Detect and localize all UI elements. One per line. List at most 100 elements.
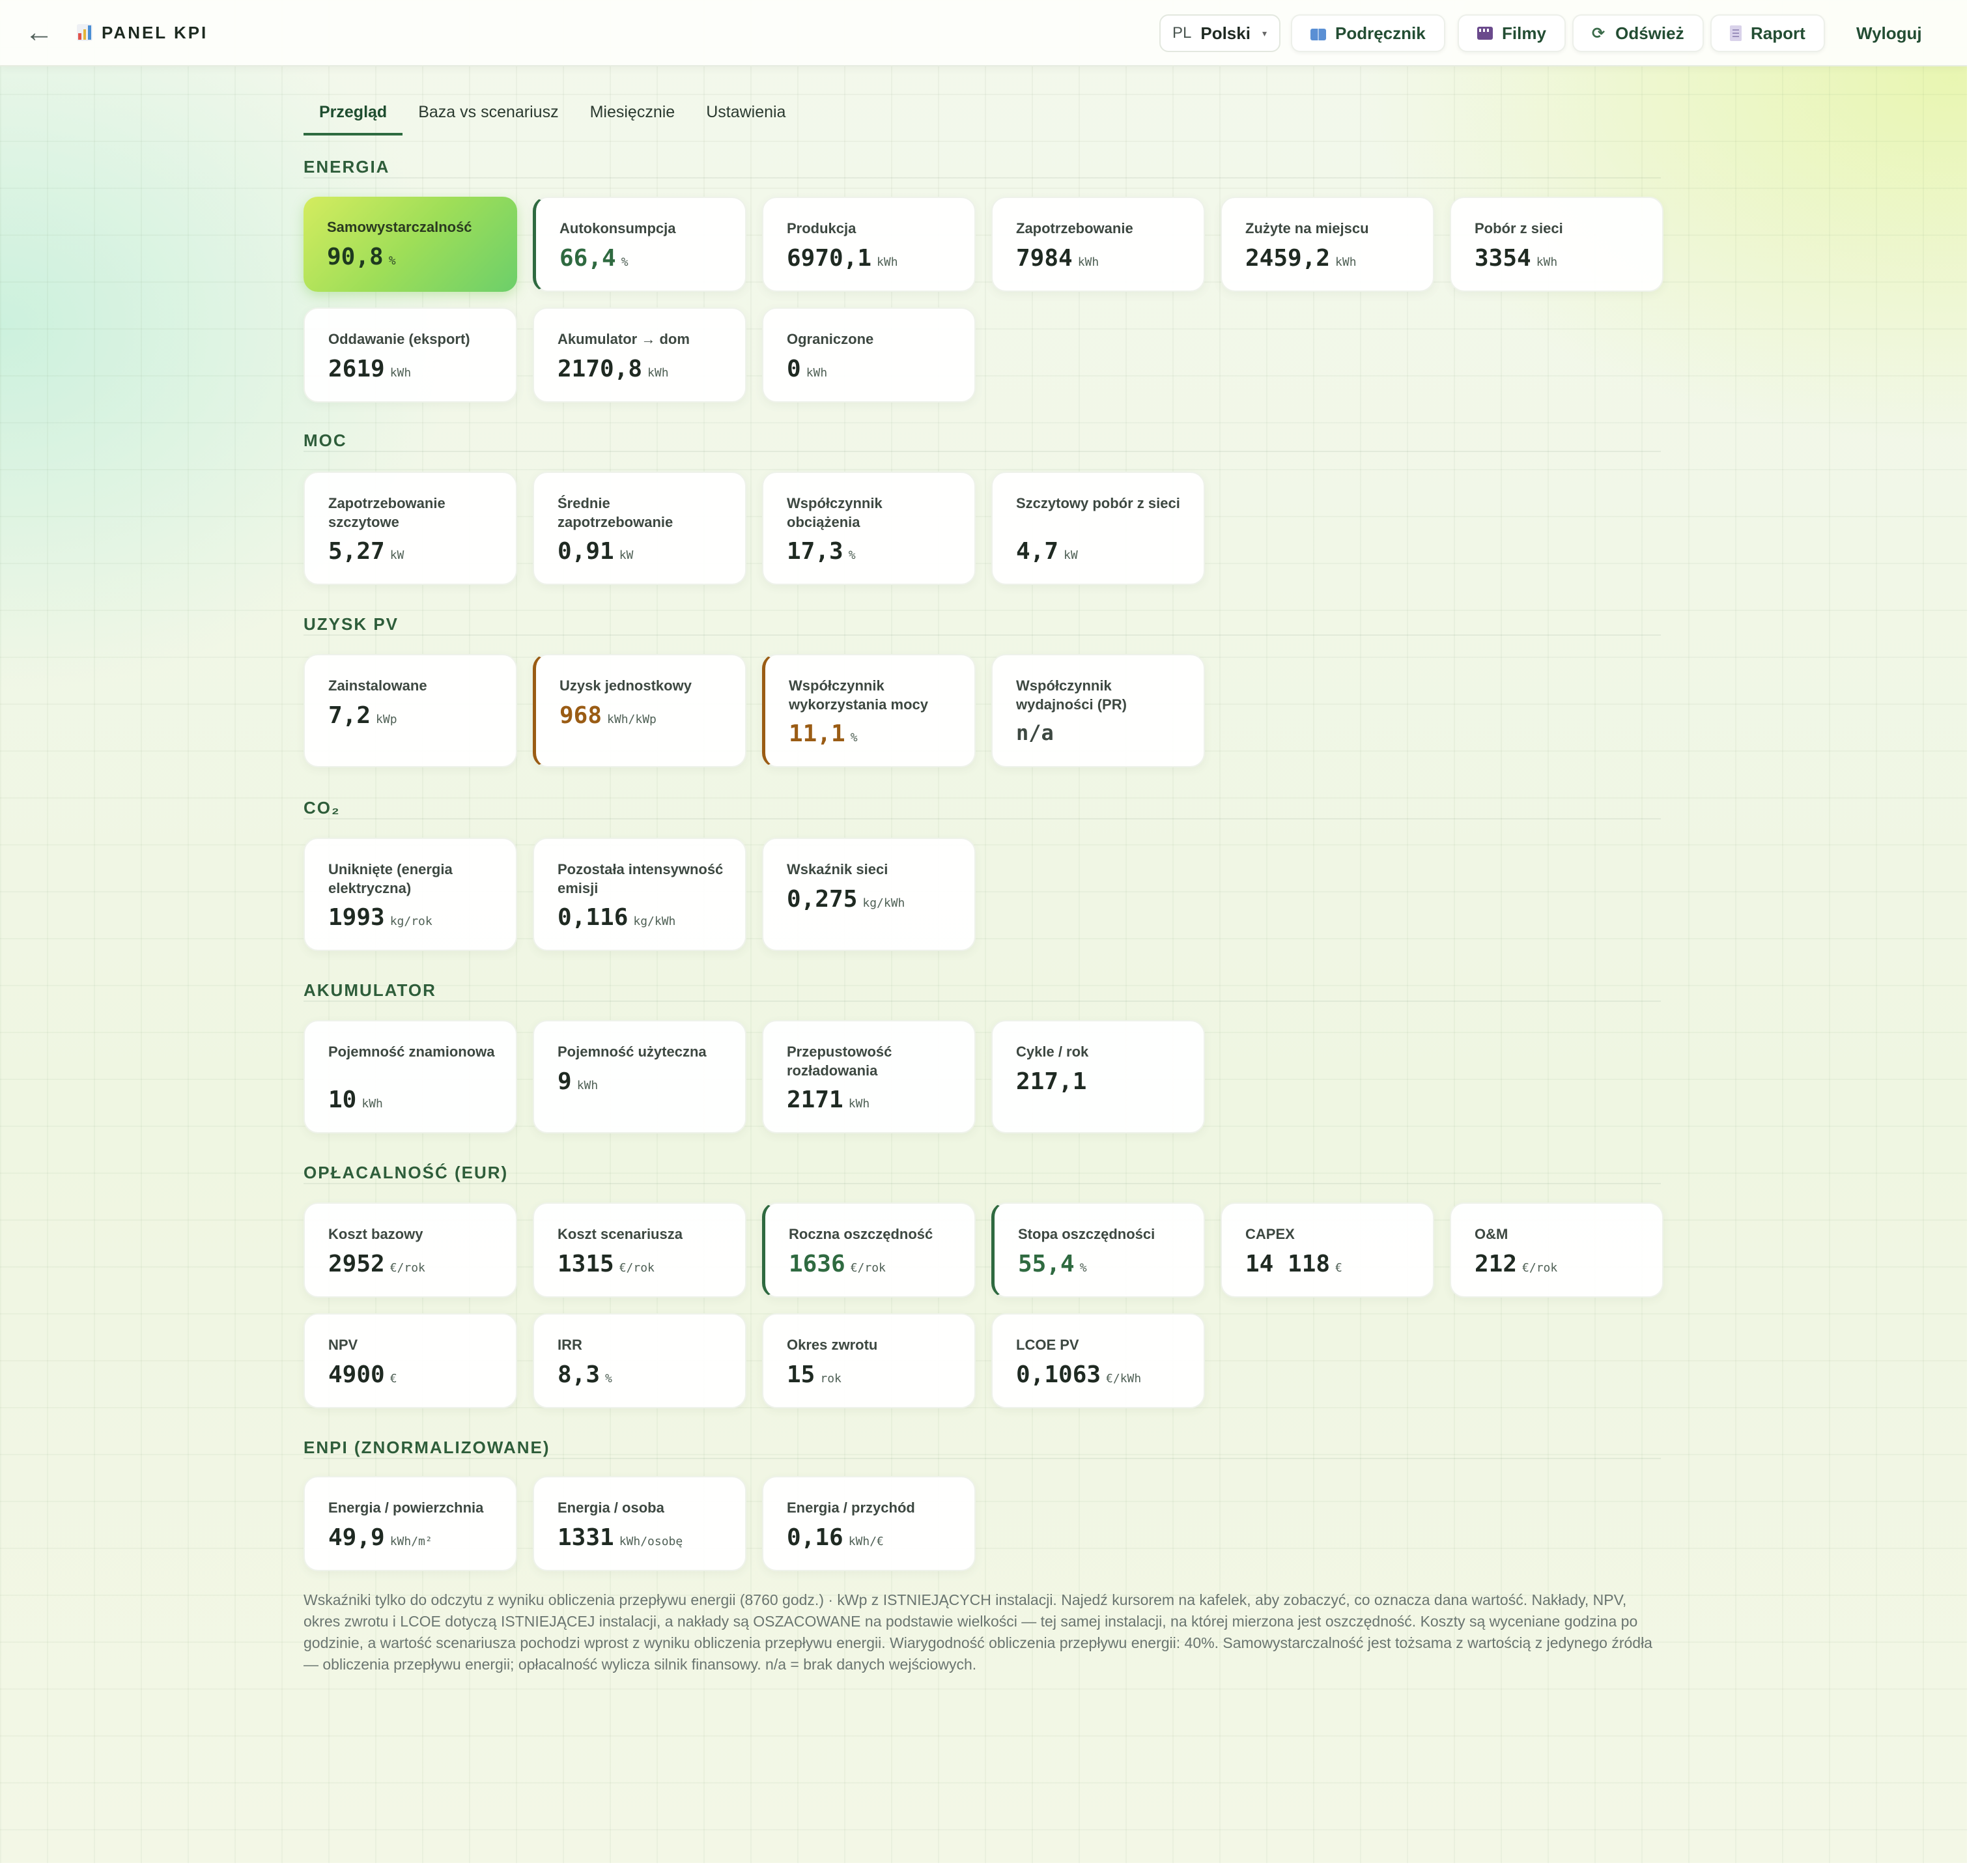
kpi-label: Koszt scenariusza xyxy=(558,1226,683,1242)
films-button[interactable]: Filmy xyxy=(1458,14,1566,52)
kpi-card-payback[interactable]: Okres zwrotu 15 rok xyxy=(762,1313,976,1408)
kpi-card-capex[interactable]: CAPEX 14 118 € xyxy=(1221,1202,1434,1298)
kpi-unit: kWh/€ xyxy=(848,1535,884,1548)
back-arrow-icon[interactable]: ← xyxy=(21,14,57,51)
kpi-card-scenario-cost[interactable]: Koszt scenariusza 1315 €/rok xyxy=(533,1202,746,1298)
kpi-card-annual-savings[interactable]: Roczna oszczędność 1636 €/rok xyxy=(762,1202,976,1298)
kpi-card-energy-per-area[interactable]: Energia / powierzchnia 49,9 kWh/m² xyxy=(304,1476,517,1571)
kpi-label: NPV xyxy=(328,1337,358,1353)
kpi-label: Przepustowość rozładowania xyxy=(787,1044,892,1079)
kpi-label: Uzysk jednostkowy xyxy=(559,677,692,694)
kpi-unit: kWp xyxy=(376,713,397,726)
tab-overview[interactable]: Przegląd xyxy=(304,91,403,135)
kpi-unit: €/rok xyxy=(1522,1261,1558,1275)
logout-link[interactable]: Wyloguj xyxy=(1856,14,1922,52)
kpi-card-curtailed[interactable]: Ograniczone 0 kWh xyxy=(762,307,976,403)
kpi-value: 9 xyxy=(558,1068,572,1095)
section-title-battery: AKUMULATOR xyxy=(304,978,1661,1002)
kpi-card-specific-yield[interactable]: Uzysk jednostkowy 968 kWh/kWp xyxy=(533,654,746,767)
kpi-unit: % xyxy=(848,548,856,562)
kpi-unit: kWh xyxy=(389,366,412,380)
kpi-card-lcoe[interactable]: LCOE PV 0,1063 €/kWh xyxy=(991,1313,1205,1408)
kpi-label: Szczytowy pobór z sieci xyxy=(1016,495,1180,511)
kpi-card-base-cost[interactable]: Koszt bazowy 2952 €/rok xyxy=(304,1202,517,1298)
kpi-value: 2952 xyxy=(328,1251,385,1277)
kpi-card-irr[interactable]: IRR 8,3% xyxy=(533,1313,746,1408)
kpi-card-avoided-co2[interactable]: Uniknięte (energia elektryczna) 1993 kg/r… xyxy=(304,838,517,951)
kpi-label: O&M xyxy=(1475,1226,1508,1242)
kpi-value: 2171 xyxy=(787,1087,843,1113)
kpi-unit: kWh xyxy=(1536,255,1558,269)
kpi-card-usable-capacity[interactable]: Pojemność użyteczna 9 kWh xyxy=(533,1020,746,1133)
kpi-unit: €/rok xyxy=(850,1261,886,1275)
kpi-value: 217,1 xyxy=(1016,1068,1087,1095)
kpi-card-peak-demand[interactable]: Zapotrzebowanie szczytowe 5,27 kW xyxy=(304,472,517,585)
kpi-card-cycles-per-year[interactable]: Cykle / rok 217,1 xyxy=(991,1020,1205,1133)
kpi-unit: % xyxy=(1079,1261,1087,1275)
report-button[interactable]: Raport xyxy=(1710,14,1825,52)
kpi-unit: kW xyxy=(619,548,634,562)
kpi-card-self-sufficiency[interactable]: Samowystarczalność 90,8% xyxy=(304,197,517,292)
kpi-card-average-demand[interactable]: Średnie zapotrzebowanie 0,91 kW xyxy=(533,472,746,585)
film-icon xyxy=(1477,27,1493,40)
kpi-value: 4,7 xyxy=(1016,538,1059,565)
kpi-unit: kg/rok xyxy=(389,915,432,928)
kpi-value: 2170,8 xyxy=(558,356,643,382)
kpi-card-demand[interactable]: Zapotrzebowanie 7984 kWh xyxy=(991,197,1205,292)
manual-button[interactable]: Podręcznik xyxy=(1291,14,1445,52)
kpi-card-grid-factor[interactable]: Wskaźnik sieci 0,275 kg/kWh xyxy=(762,838,976,951)
kpi-unit: kg/kWh xyxy=(633,915,676,928)
kpi-card-peak-grid-import[interactable]: Szczytowy pobór z sieci 4,7 kW xyxy=(991,472,1205,585)
kpi-value: 212 xyxy=(1475,1251,1518,1277)
kpi-unit: kWh xyxy=(647,366,669,380)
kpi-label: Współczynnik obciążenia xyxy=(787,495,883,530)
kpi-card-performance-ratio[interactable]: Współczynnik wydajności (PR) n/a xyxy=(991,654,1205,767)
document-icon xyxy=(1730,25,1742,41)
kpi-card-battery-to-home[interactable]: Akumulator → dom 2170,8 kWh xyxy=(533,307,746,403)
section-title-energy: ENERGIA xyxy=(304,155,1661,178)
kpi-value: 17,3 xyxy=(787,538,843,565)
report-label: Raport xyxy=(1751,23,1805,43)
kpi-card-installed[interactable]: Zainstalowane 7,2 kWp xyxy=(304,654,517,767)
kpi-label: Uniknięte (energia elektryczna) xyxy=(328,861,453,896)
kpi-card-capacity-factor[interactable]: Współczynnik wykorzystania mocy 11,1% xyxy=(762,654,976,767)
kpi-card-load-factor[interactable]: Współczynnik obciążenia 17,3% xyxy=(762,472,976,585)
kpi-label: Współczynnik wykorzystania mocy xyxy=(789,677,928,713)
kpi-label: Oddawanie (eksport) xyxy=(328,331,470,347)
top-bar: ← PANEL KPI PL Polski ▾ Podręcznik Filmy… xyxy=(0,0,1967,66)
kpi-value: 11,1 xyxy=(789,720,845,747)
kpi-card-grid-import[interactable]: Pobór z sieci 3354 kWh xyxy=(1450,197,1663,292)
kpi-label: Koszt bazowy xyxy=(328,1226,423,1242)
kpi-value: 1315 xyxy=(558,1251,614,1277)
kpi-unit: kW xyxy=(1064,548,1078,562)
kpi-card-self-consumption[interactable]: Autokonsumpcja 66,4% xyxy=(533,197,746,292)
kpi-card-production[interactable]: Produkcja 6970,1 kWh xyxy=(762,197,976,292)
chevron-down-icon: ▾ xyxy=(1262,27,1267,38)
kpi-card-discharge-throughput[interactable]: Przepustowość rozładowania 2171 kWh xyxy=(762,1020,976,1133)
kpi-label: Ograniczone xyxy=(787,331,874,347)
kpi-card-residual-intensity[interactable]: Pozostała intensywność emisji 0,116 kg/kW… xyxy=(533,838,746,951)
kpi-value: 15 xyxy=(787,1361,815,1388)
kpi-value: 5,27 xyxy=(328,538,385,565)
language-select[interactable]: PL Polski ▾ xyxy=(1159,14,1280,52)
tab-settings[interactable]: Ustawienia xyxy=(690,91,801,135)
refresh-button[interactable]: ⟳ Odśwież xyxy=(1572,14,1704,52)
kpi-value: 55,4 xyxy=(1018,1251,1075,1277)
kpi-card-energy-per-person[interactable]: Energia / osoba 1331 kWh/osobę xyxy=(533,1476,746,1571)
kpi-card-rated-capacity[interactable]: Pojemność znamionowa 10 kWh xyxy=(304,1020,517,1133)
tab-base-vs-scenario[interactable]: Baza vs scenariusz xyxy=(403,91,574,135)
refresh-icon: ⟳ xyxy=(1592,24,1605,42)
kpi-card-energy-per-revenue[interactable]: Energia / przychód 0,16 kWh/€ xyxy=(762,1476,976,1571)
kpi-card-savings-rate[interactable]: Stopa oszczędności 55,4% xyxy=(991,1202,1205,1298)
kpi-card-used-on-site[interactable]: Zużyte na miejscu 2459,2 kWh xyxy=(1221,197,1434,292)
kpi-unit: kWh/osobę xyxy=(619,1535,683,1548)
kpi-card-npv[interactable]: NPV 4900 € xyxy=(304,1313,517,1408)
kpi-card-om[interactable]: O&M 212 €/rok xyxy=(1450,1202,1663,1298)
bar-chart-icon xyxy=(77,24,92,41)
kpi-card-export[interactable]: Oddawanie (eksport) 2619 kWh xyxy=(304,307,517,403)
kpi-value: 8,3 xyxy=(558,1361,601,1388)
kpi-label: Pozostała intensywność emisji xyxy=(558,861,724,896)
kpi-unit: €/rok xyxy=(619,1261,655,1275)
kpi-unit: kWh xyxy=(1335,255,1357,269)
tab-monthly[interactable]: Miesięcznie xyxy=(574,91,691,135)
